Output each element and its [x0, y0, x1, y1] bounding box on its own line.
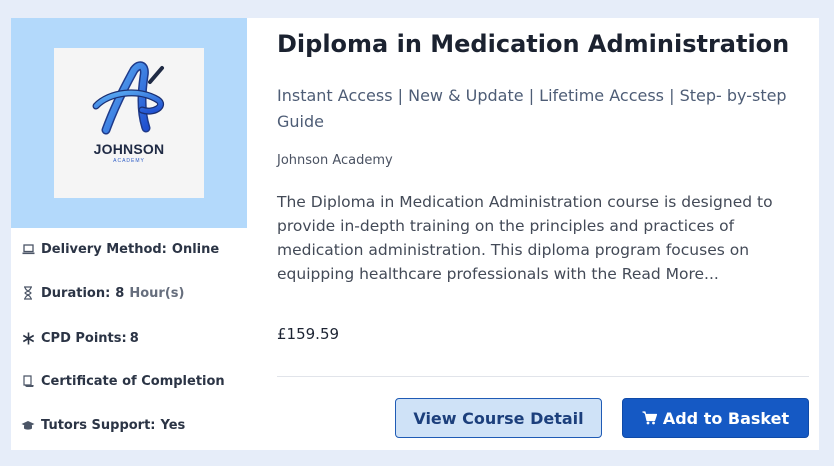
course-thumbnail[interactable]: JOHNSON ACADEMY [11, 18, 247, 228]
view-course-detail-button[interactable]: View Course Detail [395, 398, 602, 438]
duration-row: Duration: 8 Hour(s) [21, 283, 184, 303]
certificate-row: Certificate of Completion [21, 371, 225, 391]
delivery-method-row: Delivery Method: Online [21, 239, 219, 259]
delivery-method-label: Delivery Method: [41, 241, 167, 257]
course-price: £159.59 [277, 325, 340, 343]
duration-value: 8 [115, 285, 125, 301]
academy-logo: JOHNSON ACADEMY [54, 48, 204, 198]
academy-logo-subtitle: ACADEMY [113, 158, 145, 164]
graduation-cap-icon [21, 418, 35, 432]
duration-label: Duration: [41, 285, 111, 301]
course-sidebar: JOHNSON ACADEMY Delivery Method: Online … [11, 18, 247, 450]
tutors-support-value: Yes [160, 417, 186, 433]
cpd-points-label: CPD Points: [41, 330, 127, 346]
delivery-method-value: Online [171, 241, 220, 257]
course-card: JOHNSON ACADEMY Delivery Method: Online … [11, 18, 819, 450]
duration-unit: Hour(s) [129, 285, 185, 301]
cpd-points-row: CPD Points: 8 [21, 328, 139, 348]
tutors-support-label: Tutors Support: [41, 417, 156, 433]
certificate-label: Certificate of Completion [41, 373, 225, 389]
cart-icon [642, 411, 657, 425]
certificate-icon [21, 374, 35, 388]
academy-logo-mark [92, 61, 164, 135]
tutors-support-row: Tutors Support: Yes [21, 415, 185, 435]
view-course-detail-label: View Course Detail [413, 408, 584, 428]
course-features: Instant Access | New & Update | Lifetime… [277, 86, 787, 131]
course-title[interactable]: Diploma in Medication Administration [277, 30, 809, 58]
divider [277, 376, 809, 377]
hourglass-icon [21, 286, 35, 300]
course-description: The Diploma in Medication Administration… [277, 193, 773, 283]
laptop-icon [21, 242, 35, 256]
cpd-points-value: 8 [129, 330, 139, 346]
academy-logo-name: JOHNSON [93, 141, 165, 157]
course-provider: Johnson Academy [277, 153, 393, 168]
course-details: Diploma in Medication Administration Ins… [277, 18, 809, 450]
asterisk-icon [21, 331, 35, 345]
add-to-basket-button[interactable]: Add to Basket [622, 398, 809, 438]
add-to-basket-label: Add to Basket [662, 408, 790, 428]
